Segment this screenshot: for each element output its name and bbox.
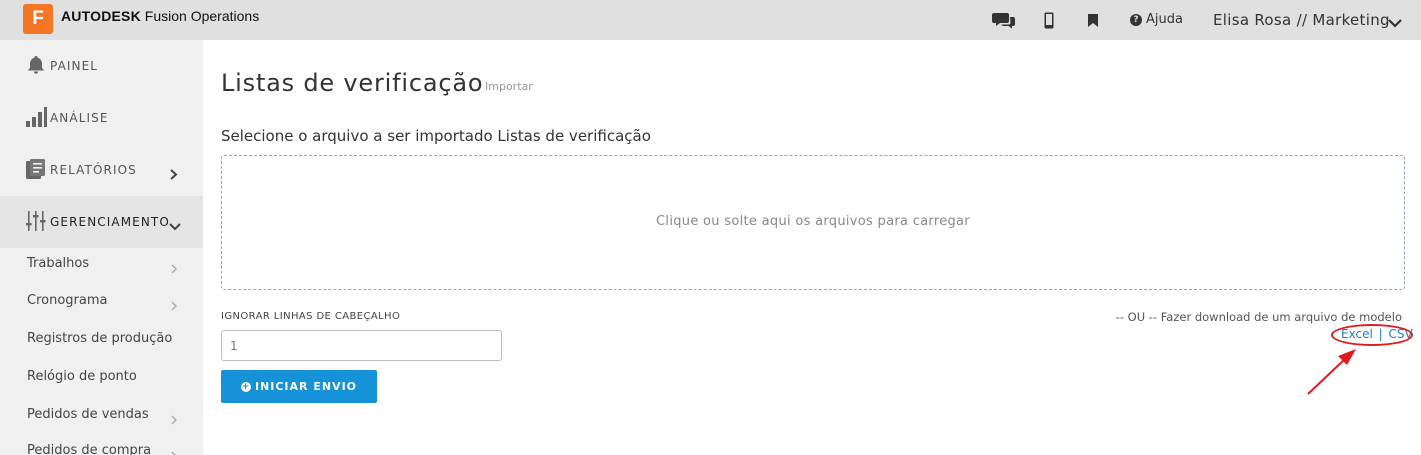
start-upload-button[interactable]: + INICIAR ENVIO [221,370,377,403]
brand-bold: AUTODESK [61,8,141,24]
sidebar: PAINEL ANÁLISE RELATÓRIOS GERENCIAMENTO … [0,40,203,455]
sidebar-item-gerenciamento[interactable]: GERENCIAMENTO [0,196,203,248]
chevron-down-icon[interactable] [1388,13,1402,32]
file-dropzone[interactable]: Clique ou solte aqui os arquivos para ca… [221,155,1405,290]
chevron-right-icon [170,446,178,455]
ignore-header-rows-input[interactable] [221,330,502,361]
sliders-icon [25,210,47,232]
help-link[interactable]: ? Ajuda [1130,12,1183,27]
bookmark-icon[interactable] [1087,10,1099,30]
page-subtitle: Importar [485,80,533,93]
sidebar-item-label: RELATÓRIOS [50,163,137,177]
file-select-label: Selecione o arquivo a ser importado List… [221,127,651,145]
chevron-down-icon [169,217,181,236]
sidebar-subitem-trabalhos[interactable]: Trabalhos [0,246,203,283]
annotation-arrow-icon [1300,340,1362,402]
chevron-right-icon [169,165,179,184]
sidebar-subitem-pedidos-compra[interactable]: Pedidos de compra [0,433,203,455]
chevron-right-icon [170,296,178,315]
plus-circle-icon: + [240,381,251,392]
sidebar-subitem-label: Relógio de ponto [27,369,137,384]
sidebar-subitem-relogio-ponto[interactable]: Relógio de ponto [0,359,203,396]
sidebar-item-label: PAINEL [50,59,99,73]
sidebar-subitem-cronograma[interactable]: Cronograma [0,283,203,320]
chevron-right-icon [170,410,178,429]
chevron-right-icon [170,259,178,278]
brand-rest: Fusion Operations [144,8,260,24]
sidebar-item-relatorios[interactable]: RELATÓRIOS [0,144,203,196]
brand-name: AUTODESK Fusion Operations [61,8,259,24]
ignore-header-rows-label: IGNORAR LINHAS DE CABEÇALHO [221,311,401,322]
sidebar-subitem-label: Pedidos de compra [27,443,152,455]
sidebar-item-painel[interactable]: PAINEL [0,40,203,92]
sidebar-subitem-label: Trabalhos [27,256,90,271]
sidebar-item-label: ANÁLISE [50,111,109,125]
sidebar-item-analise[interactable]: ANÁLISE [0,92,203,144]
bell-icon [25,54,47,76]
app-logo[interactable]: F [23,4,53,34]
bar-chart-icon [25,106,47,128]
sidebar-item-label: GERENCIAMENTO [50,215,170,229]
logo-letter: F [32,8,44,29]
template-download-text: -- OU -- Fazer download de um arquivo de… [1115,310,1402,324]
sidebar-subitem-label: Cronograma [27,293,108,308]
start-upload-label: INICIAR ENVIO [254,380,358,393]
user-menu[interactable]: Elisa Rosa // Marketing [1213,11,1390,29]
top-bar: F AUTODESK Fusion Operations ? Ajuda Eli… [0,0,1421,40]
report-icon [25,158,47,180]
page-title: Listas de verificação [221,69,484,97]
help-icon: ? [1130,13,1142,26]
help-label: Ajuda [1146,12,1183,27]
sidebar-subitem-label: Registros de produção [27,331,173,346]
sidebar-subitem-registros-producao[interactable]: Registros de produção [0,321,203,358]
chat-icon[interactable] [992,10,1016,30]
dropzone-text: Clique ou solte aqui os arquivos para ca… [656,214,970,229]
sidebar-subitem-label: Pedidos de vendas [27,407,149,422]
mobile-icon[interactable] [1043,10,1055,30]
sidebar-subitem-pedidos-vendas[interactable]: Pedidos de vendas [0,397,203,434]
